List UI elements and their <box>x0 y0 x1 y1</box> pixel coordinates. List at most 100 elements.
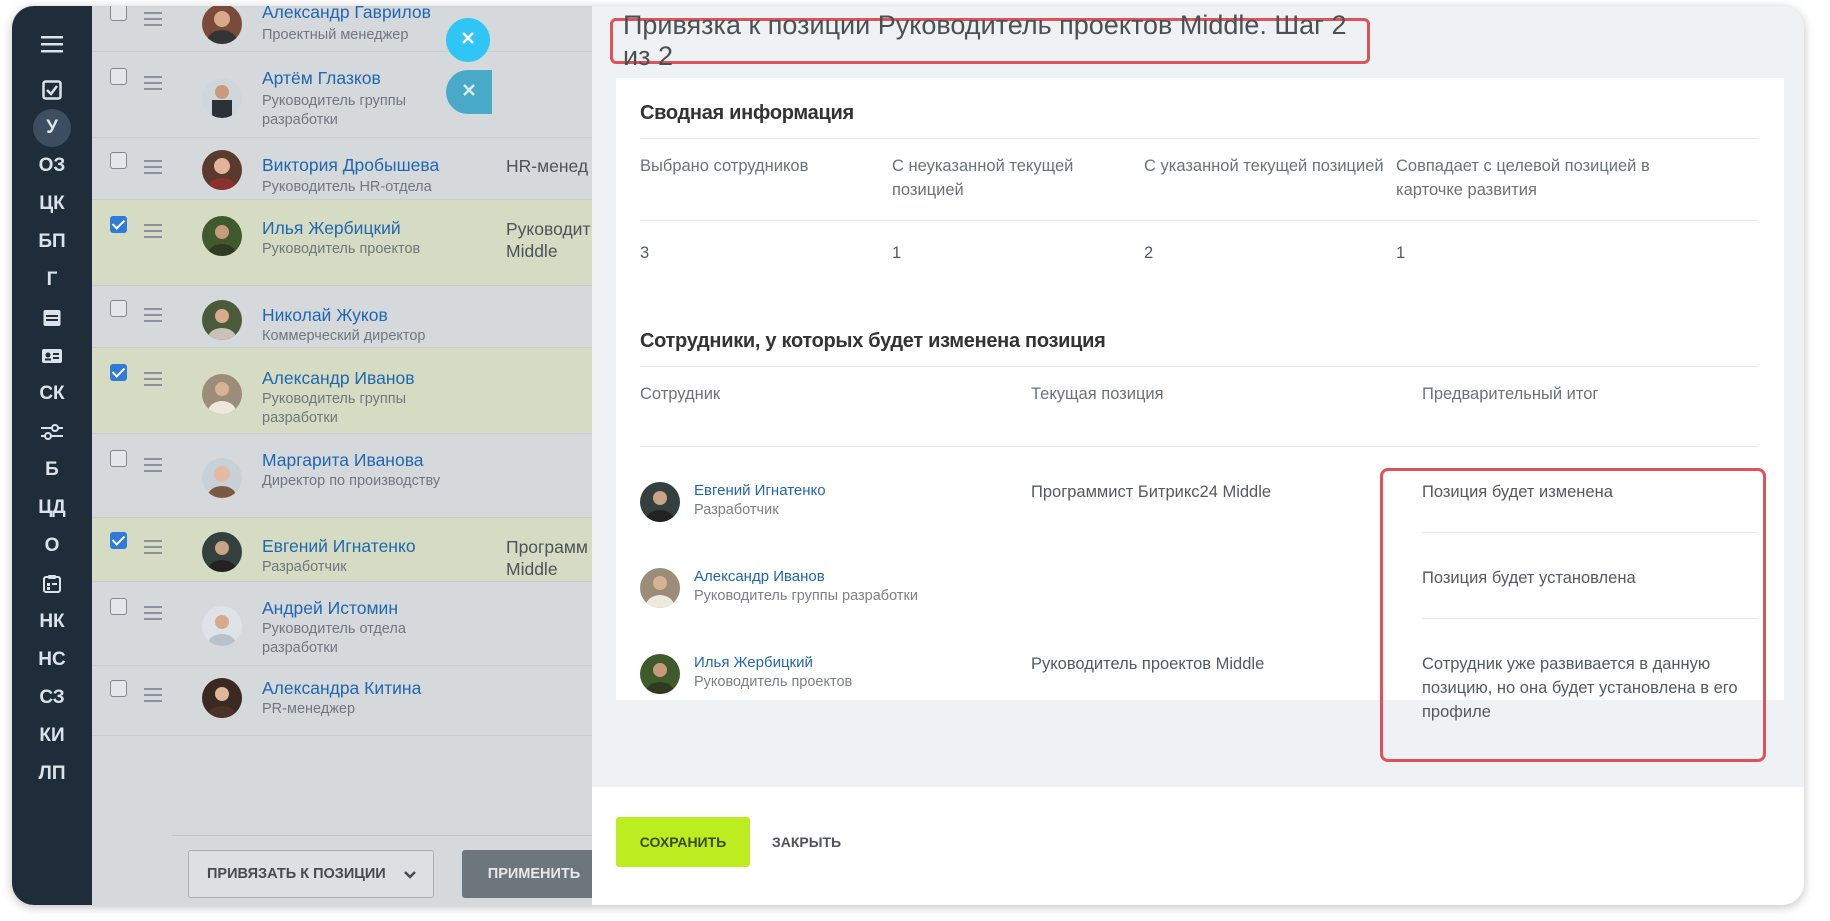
save-button[interactable]: СОХРАНИТЬ <box>616 817 750 867</box>
sidebar-item-sz[interactable]: СЗ <box>12 678 92 718</box>
table-row[interactable]: Николай Жуков Коммерческий директор <box>92 286 592 348</box>
sidebar-item-ki[interactable]: КИ <box>12 716 92 756</box>
sidebar-item-oz[interactable]: ОЗ <box>12 146 92 186</box>
table-row[interactable]: Александр Иванов Руководитель группы раз… <box>92 348 592 434</box>
summary-value-specified: 2 <box>1144 244 1154 262</box>
checkbox-icon[interactable] <box>12 70 92 110</box>
summary-header-specified: С указанной текущей позицией <box>1144 157 1384 175</box>
avatar <box>202 458 242 498</box>
slider-close-button[interactable] <box>446 18 490 62</box>
table-row[interactable]: Маргарита Иванова Директор по производст… <box>92 434 592 518</box>
employee-role: Руководитель группы разработки <box>262 391 407 426</box>
avatar <box>202 216 242 256</box>
row-checkbox[interactable] <box>110 300 127 317</box>
summary-value-matches: 1 <box>1396 244 1406 262</box>
sidebar-item-ck[interactable]: ЦК <box>12 184 92 224</box>
employee-role: Руководитель отдела разработки <box>262 621 406 656</box>
avatar <box>202 374 242 414</box>
clipboard-icon[interactable] <box>12 564 92 604</box>
employee-name[interactable]: Маргарита Иванова <box>262 450 424 471</box>
drag-handle-icon[interactable] <box>144 606 162 624</box>
employee-name-link[interactable]: Илья Жербицкий <box>694 654 813 671</box>
drag-handle-icon[interactable] <box>144 458 162 476</box>
employee-name[interactable]: Илья Жербицкий <box>262 218 401 239</box>
row-checkbox[interactable] <box>110 532 127 549</box>
sidebar-item-o[interactable]: О <box>12 526 92 566</box>
drag-handle-icon[interactable] <box>144 688 162 706</box>
row-checkbox[interactable] <box>110 6 127 21</box>
sidebar-item-lp[interactable]: ЛП <box>12 754 92 794</box>
chevron-down-icon <box>403 868 417 884</box>
close-icon <box>461 31 475 50</box>
employee-name[interactable]: Артём Глазков <box>262 68 381 89</box>
calendar-icon[interactable] <box>12 298 92 338</box>
row-checkbox[interactable] <box>110 450 127 467</box>
sidebar-item-ns[interactable]: НС <box>12 640 92 680</box>
close-button[interactable]: ЗАКРЫТЬ <box>772 817 841 867</box>
avatar <box>202 6 242 44</box>
row-checkbox[interactable] <box>110 680 127 697</box>
drag-handle-icon[interactable] <box>144 372 162 390</box>
sidebar-item-bp[interactable]: БП <box>12 222 92 262</box>
sidebar-label: Б <box>45 459 59 480</box>
employee-name[interactable]: Андрей Истомин <box>262 598 398 619</box>
sidebar-label: НК <box>39 611 65 632</box>
employee-name[interactable]: Александр Гаврилов <box>262 6 431 23</box>
row-checkbox[interactable] <box>110 598 127 615</box>
bind-position-select[interactable]: ПРИВЯЗАТЬ К ПОЗИЦИИ <box>188 850 434 898</box>
summary-header-unspecified: С неуказанной текущей позицией <box>892 157 1074 199</box>
drag-handle-icon[interactable] <box>144 224 162 242</box>
sliders-icon[interactable] <box>12 412 92 452</box>
sidebar-label: СК <box>39 383 65 404</box>
row-checkbox[interactable] <box>110 68 127 85</box>
table-row[interactable]: Александр Гаврилов Проектный менеджер <box>92 6 592 52</box>
drag-handle-icon[interactable] <box>144 308 162 326</box>
sidebar-item-b[interactable]: Б <box>12 450 92 490</box>
menu-icon[interactable] <box>12 24 92 64</box>
employee-list: Александр Гаврилов Проектный менеджер Ар… <box>92 6 672 905</box>
app-window: У ОЗ ЦК БП Г СК Б ЦД О НК НС СЗ КИ ЛП Ал… <box>12 6 1804 905</box>
sidebar-item-nk[interactable]: НК <box>12 602 92 642</box>
employee-name-link[interactable]: Александр Иванов <box>694 568 825 585</box>
drag-handle-icon[interactable] <box>144 160 162 178</box>
table-row[interactable]: Александра Китина PR-менеджер <box>92 666 592 736</box>
sidebar-item-u[interactable]: У <box>12 108 92 148</box>
drag-handle-icon[interactable] <box>144 540 162 558</box>
divider <box>640 220 1758 221</box>
id-card-icon[interactable] <box>12 336 92 376</box>
table-row[interactable]: Виктория Дробышева Руководитель HR-отдел… <box>92 138 592 200</box>
sidebar-label: БП <box>38 231 66 252</box>
table-row[interactable]: Андрей Истомин Руководитель отдела разра… <box>92 582 592 666</box>
employee-position: HR-менед <box>506 156 589 176</box>
sidebar-item-sk[interactable]: СК <box>12 374 92 414</box>
employees-heading: Сотрудники, у которых будет изменена поз… <box>640 330 1106 352</box>
row-checkbox[interactable] <box>110 364 127 381</box>
row-checkbox[interactable] <box>110 216 127 233</box>
sidebar-item-g[interactable]: Г <box>12 260 92 300</box>
table-row[interactable]: Евгений Игнатенко Разработчик Программ M… <box>92 518 592 582</box>
employee-name[interactable]: Александра Китина <box>262 678 421 699</box>
divider <box>640 366 1758 367</box>
apply-button[interactable]: ПРИМЕНИТЬ <box>462 850 606 898</box>
summary-heading: Сводная информация <box>640 102 854 124</box>
employee-name-link[interactable]: Евгений Игнатенко <box>694 482 826 499</box>
table-row[interactable]: Артём Глазков Руководитель группы разраб… <box>92 52 592 138</box>
employee-role: Руководитель группы разработки <box>262 93 407 128</box>
avatar <box>640 654 680 694</box>
second-slider-close-button[interactable] <box>446 70 492 114</box>
drag-handle-icon[interactable] <box>144 76 162 94</box>
avatar <box>202 606 242 646</box>
column-header-employee: Сотрудник <box>640 385 721 403</box>
sidebar-label: У <box>46 117 58 138</box>
employee-name[interactable]: Виктория Дробышева <box>262 155 439 176</box>
slider-title: Привязка к позиции Руководитель проектов… <box>610 10 1370 71</box>
sidebar-item-cd[interactable]: ЦД <box>12 488 92 528</box>
employee-role: Руководитель HR-отдела <box>262 179 432 195</box>
current-position: Программист Битрикс24 Middle <box>1031 483 1272 501</box>
row-checkbox[interactable] <box>110 152 127 169</box>
drag-handle-icon[interactable] <box>144 12 162 30</box>
table-row[interactable]: Илья Жербицкий Руководитель проектов Рук… <box>92 200 592 286</box>
employee-name[interactable]: Евгений Игнатенко <box>262 536 416 557</box>
employee-name[interactable]: Александр Иванов <box>262 368 415 389</box>
employee-name[interactable]: Николай Жуков <box>262 305 388 326</box>
